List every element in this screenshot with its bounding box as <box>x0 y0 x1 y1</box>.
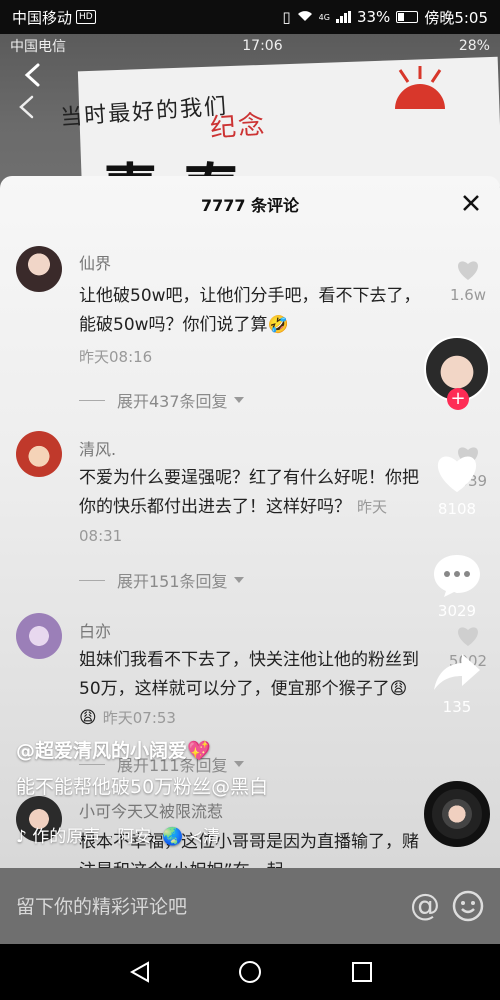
back-icon[interactable] <box>20 62 46 88</box>
video-like-count: 8108 <box>437 500 477 518</box>
like-count: 1.6w <box>449 286 487 304</box>
carrier-label: 中国移动 <box>12 8 73 27</box>
music-disc-icon[interactable] <box>424 781 490 847</box>
comment-like[interactable]: 1.6w <box>446 258 490 304</box>
video-battery: 28% <box>458 38 490 54</box>
emoji-icon[interactable] <box>452 890 484 922</box>
network-type: 4G <box>318 12 330 22</box>
close-icon[interactable] <box>460 192 482 214</box>
music-note-icon: ♪ <box>16 827 27 847</box>
comment-time: 昨天07:53 <box>102 709 176 727</box>
expand-label: 展开151条回复 <box>117 572 228 591</box>
comment-author[interactable]: 白亦 <box>79 618 111 642</box>
video-author[interactable]: @超爱清风的小阔爱💖 <box>16 736 211 763</box>
comment-author[interactable]: 小可今天又被限流惹 <box>79 798 223 822</box>
system-nav-bar <box>0 944 500 1000</box>
comment-count-title: 7777 条评论 <box>200 196 300 215</box>
nav-back-icon[interactable] <box>128 960 152 984</box>
video-comment-count: 3029 <box>437 602 477 620</box>
expand-label: 展开437条回复 <box>117 392 228 411</box>
caret-down-icon <box>233 397 244 403</box>
video-back-icon <box>19 95 34 119</box>
mention-icon[interactable]: @ <box>410 888 440 923</box>
comment-bubble-icon <box>434 555 480 597</box>
video-carrier: 中国电信 <box>10 39 66 55</box>
nav-home-icon[interactable] <box>238 960 262 984</box>
expand-replies[interactable]: 展开437条回复 <box>79 388 244 412</box>
heart-icon <box>437 456 477 493</box>
comment-input[interactable]: 留下你的精彩评论吧 <box>16 892 187 919</box>
clock: 傍晚5:05 <box>424 8 488 27</box>
avatar[interactable] <box>16 246 62 292</box>
music-title: 作的原声 - 阿安. 🌏 ≺清 <box>32 827 220 847</box>
video-comment-button[interactable]: 3029 <box>422 552 492 620</box>
nav-recents-icon[interactable] <box>350 960 374 984</box>
video-share-button[interactable]: 135 <box>422 650 492 716</box>
video-share-count: 135 <box>442 698 472 716</box>
share-arrow-icon <box>434 654 480 690</box>
expand-replies[interactable]: 展开151条回复 <box>79 568 244 592</box>
battery-percent: 33% <box>356 8 391 26</box>
status-bar: 中国移动 HD ▯ 4G 33% 傍晚5:05 <box>0 0 500 34</box>
music-disc-cover <box>442 799 472 829</box>
comment-text: 姐妹们我看不下去了，快关注他让他的粉丝到50万，这样就可以分了，便宜那个猴子了😩… <box>79 646 424 733</box>
wifi-icon <box>297 8 313 26</box>
avatar[interactable] <box>16 613 62 659</box>
video-inner-status: 中国电信 17:06 28% <box>0 34 500 58</box>
hd-badge: HD <box>76 10 96 24</box>
banner-stamp: 纪念 <box>209 110 268 144</box>
comment-text: 不爱为什么要逞强呢？红了有什么好呢！你把你的快乐都付出进去了！这样好吗？ 昨天08… <box>79 464 424 551</box>
music-info[interactable]: ♪ 作的原声 - 阿安. 🌏 ≺清 <box>16 822 220 847</box>
avatar[interactable] <box>16 431 62 477</box>
follow-plus-icon[interactable]: + <box>447 388 469 410</box>
vibrate-icon: ▯ <box>282 8 291 26</box>
signal-icon <box>335 11 351 23</box>
heart-icon <box>458 261 478 280</box>
sun-logo-icon <box>395 66 445 109</box>
comment-time: 昨天08:16 <box>79 348 153 366</box>
comment-author[interactable]: 仙界 <box>79 250 111 274</box>
battery-icon <box>396 11 419 23</box>
video-caption: 能不能帮他破50万粉丝@黑白 <box>16 776 269 798</box>
caret-down-icon <box>233 761 244 767</box>
creator-avatar[interactable]: + <box>422 336 492 416</box>
comment-sheet: 7777 条评论 仙界 让他破50w吧，让他们分手吧，看不下去了，能破50w吗？… <box>0 176 500 868</box>
video-time: 17:06 <box>242 38 283 54</box>
comment-text: 让他破50w吧，让他们分手吧，看不下去了，能破50w吗？你们说了算🤣 <box>79 286 421 335</box>
video-like-button[interactable]: 8108 <box>422 450 492 518</box>
caret-down-icon <box>233 577 244 583</box>
comment-input-bar[interactable]: 留下你的精彩评论吧 @ <box>0 868 500 944</box>
heart-icon <box>458 627 478 646</box>
comment-author[interactable]: 清风. <box>79 436 116 460</box>
